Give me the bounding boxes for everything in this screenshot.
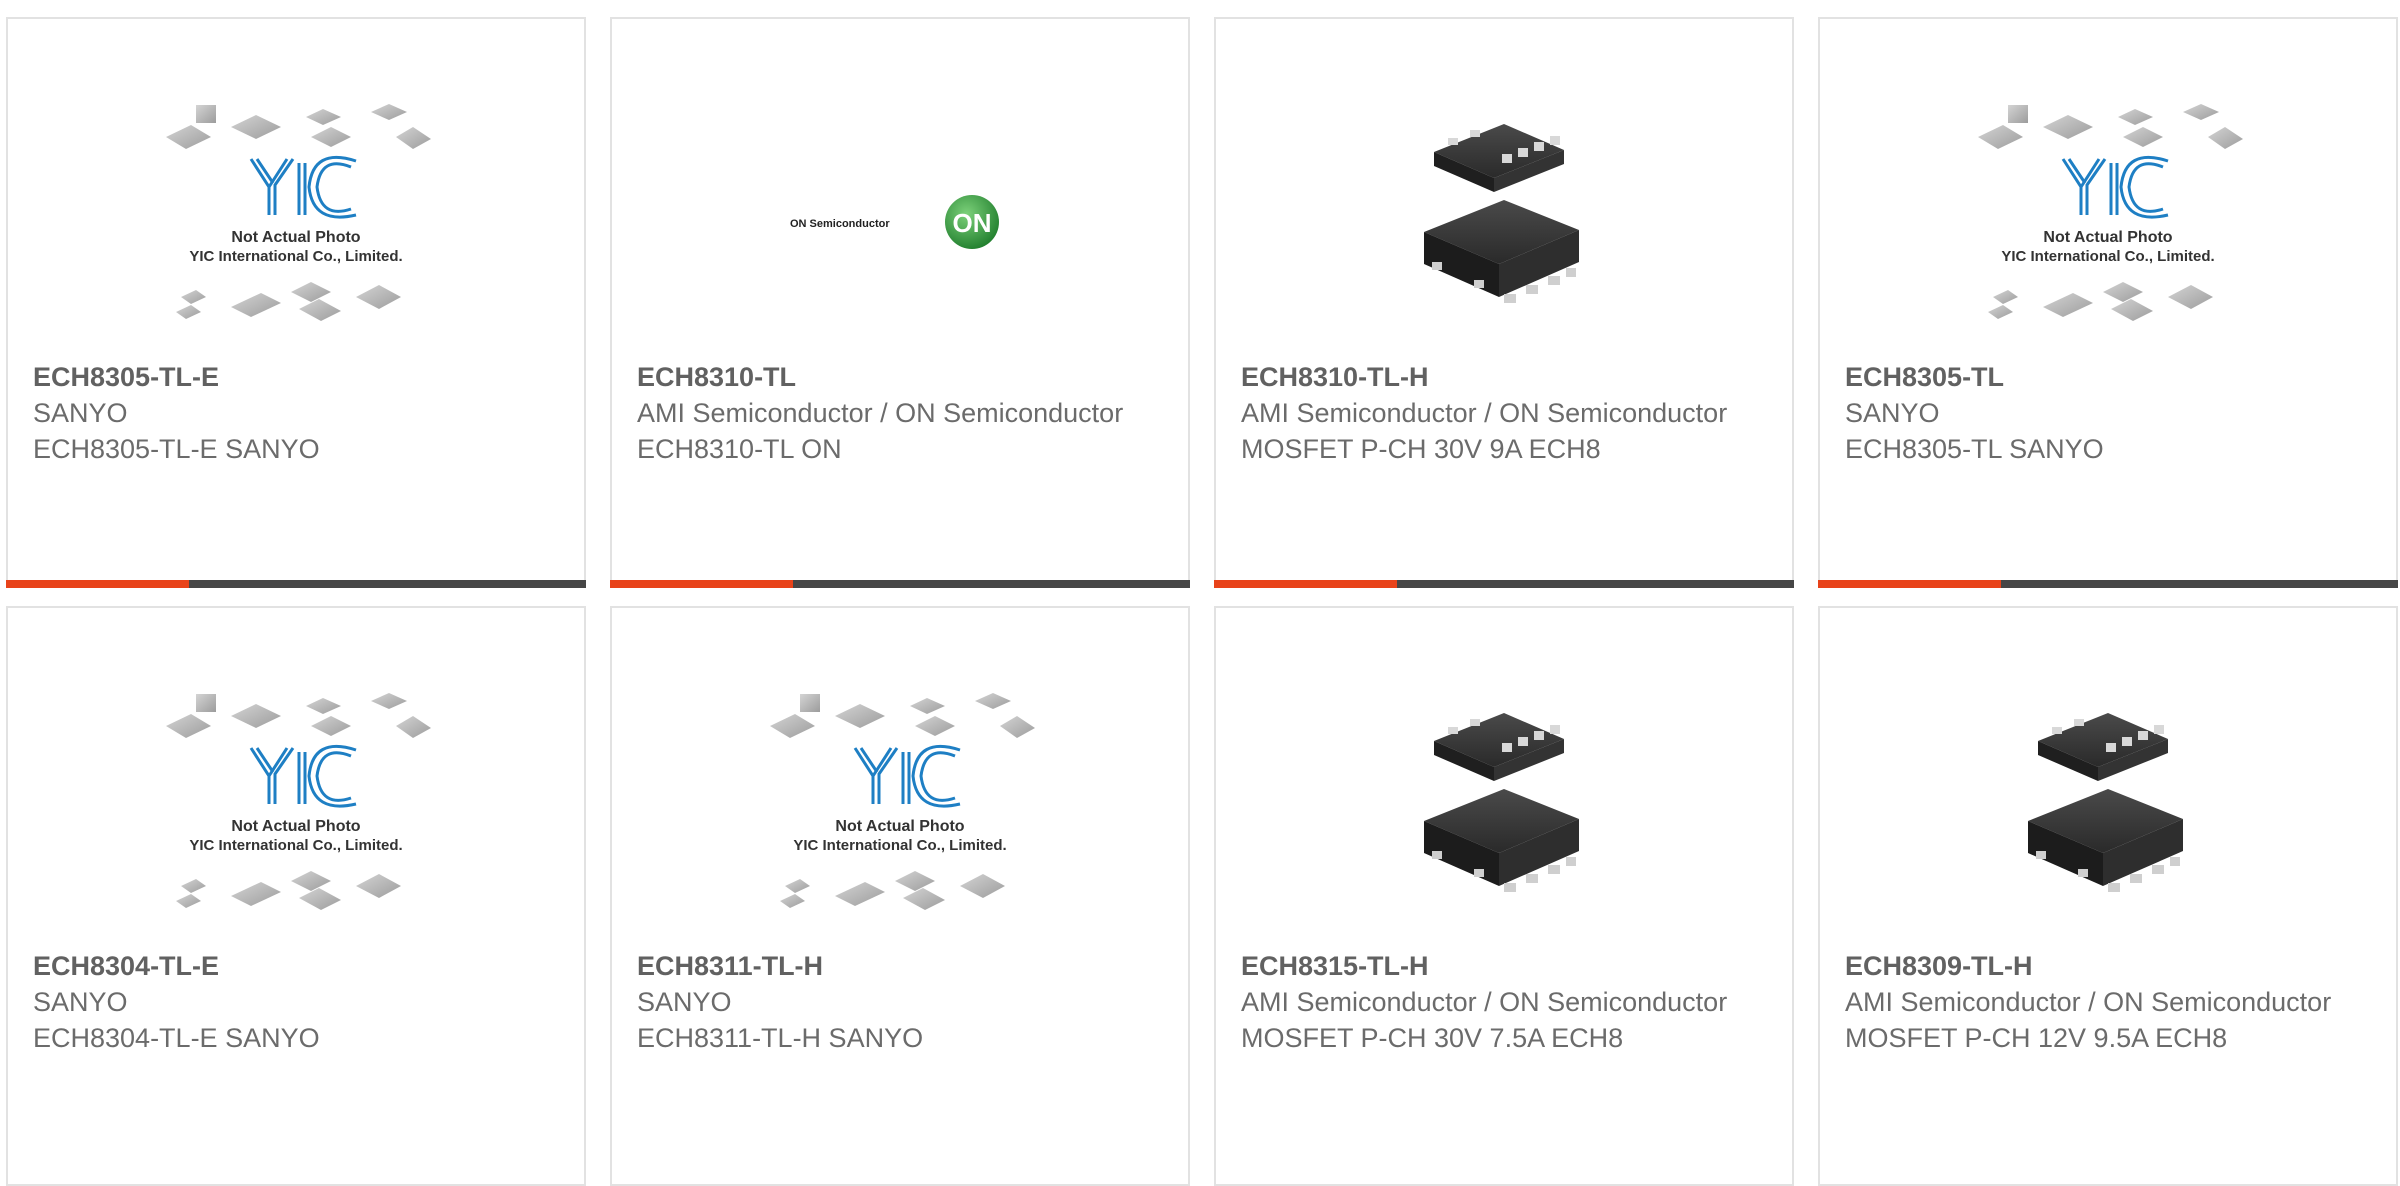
svg-text:YIC International Co., Limited: YIC International Co., Limited. — [189, 837, 402, 854]
description: ECH8305-TL-E SANYO — [33, 434, 320, 464]
manufacturer: SANYO — [33, 987, 128, 1017]
manufacturer: SANYO — [1845, 398, 1940, 428]
description: MOSFET P-CH 30V 9A ECH8 — [1241, 434, 1601, 464]
product-image — [1216, 89, 1792, 354]
svg-text:Not Actual Photo: Not Actual Photo — [2043, 229, 2172, 246]
part-number[interactable]: ECH8311-TL-H — [637, 948, 1168, 984]
product-card[interactable]: ON Semiconductor ON ECH8310-TL AMI Semic… — [610, 17, 1190, 588]
product-image: Not Actual Photo YIC International Co., … — [612, 678, 1188, 943]
product-image — [1216, 678, 1792, 943]
card-bar — [610, 580, 1190, 588]
description: ECH8310-TL ON — [637, 434, 842, 464]
description: MOSFET P-CH 12V 9.5A ECH8 — [1845, 1023, 2228, 1053]
card-bar-accent — [1818, 580, 2001, 588]
product-card[interactable]: ECH8309-TL-H AMI Semiconductor / ON Semi… — [1818, 606, 2398, 1186]
yic-placeholder-icon: Not Actual Photo YIC International Co., … — [1978, 103, 2243, 321]
description: ECH8311-TL-H SANYO — [637, 1023, 924, 1053]
ech8-package-icon — [1424, 123, 1579, 303]
manufacturer: AMI Semiconductor / ON Semiconductor — [1845, 987, 2332, 1017]
part-number[interactable]: ECH8315-TL-H — [1241, 948, 1772, 984]
svg-text:YIC International Co., Limited: YIC International Co., Limited. — [189, 248, 402, 265]
product-card[interactable]: ECH8315-TL-H AMI Semiconductor / ON Semi… — [1214, 606, 1794, 1186]
product-card[interactable]: ECH8310-TL-H AMI Semiconductor / ON Semi… — [1214, 17, 1794, 588]
card-bar — [1818, 580, 2398, 588]
manufacturer: AMI Semiconductor / ON Semiconductor — [1241, 987, 1728, 1017]
product-card[interactable]: Not Actual Photo YIC International Co., … — [6, 606, 586, 1186]
svg-text:ON: ON — [953, 208, 992, 238]
part-number[interactable]: ECH8305-TL-E — [33, 359, 564, 395]
part-number[interactable]: ECH8310-TL — [637, 359, 1168, 395]
product-image: Not Actual Photo YIC International Co., … — [8, 89, 584, 354]
product-image — [1820, 678, 2396, 943]
card-bar-accent — [1214, 580, 1397, 588]
card-bar — [6, 580, 586, 588]
product-grid: Not Actual Photo YIC International Co., … — [0, 0, 2400, 1186]
product-image: Not Actual Photo YIC International Co., … — [1820, 89, 2396, 354]
svg-text:ON Semiconductor: ON Semiconductor — [790, 218, 890, 230]
card-bar — [1214, 580, 1794, 588]
description: ECH8304-TL-E SANYO — [33, 1023, 320, 1053]
card-bar-accent — [6, 580, 189, 588]
part-number[interactable]: ECH8309-TL-H — [1845, 948, 2376, 984]
manufacturer: AMI Semiconductor / ON Semiconductor — [637, 398, 1124, 428]
product-image: ON Semiconductor ON — [612, 89, 1188, 354]
product-card[interactable]: Not Actual Photo YIC International Co., … — [610, 606, 1190, 1186]
yic-placeholder-icon: Not Actual Photo YIC International Co., … — [166, 103, 431, 321]
svg-text:YIC International Co., Limited: YIC International Co., Limited. — [2001, 248, 2214, 265]
product-card[interactable]: Not Actual Photo YIC International Co., … — [6, 17, 586, 588]
svg-text:Not Actual Photo: Not Actual Photo — [231, 818, 360, 835]
product-image: Not Actual Photo YIC International Co., … — [8, 678, 584, 943]
description: ECH8305-TL SANYO — [1845, 434, 2104, 464]
manufacturer: SANYO — [33, 398, 128, 428]
ech8-package-icon — [1424, 712, 1579, 892]
svg-text:YIC International Co., Limited: YIC International Co., Limited. — [793, 837, 1006, 854]
yic-placeholder-icon: Not Actual Photo YIC International Co., … — [770, 692, 1035, 910]
part-number[interactable]: ECH8310-TL-H — [1241, 359, 1772, 395]
svg-text:Not Actual Photo: Not Actual Photo — [835, 818, 964, 835]
on-semiconductor-logo-icon: ON Semiconductor ON — [790, 194, 999, 249]
svg-text:Not Actual Photo: Not Actual Photo — [231, 229, 360, 246]
ech8-package-icon — [2028, 712, 2183, 892]
part-number[interactable]: ECH8304-TL-E — [33, 948, 564, 984]
yic-placeholder-icon: Not Actual Photo YIC International Co., … — [166, 692, 431, 910]
product-card[interactable]: Not Actual Photo YIC International Co., … — [1818, 17, 2398, 588]
card-bar-accent — [610, 580, 793, 588]
part-number[interactable]: ECH8305-TL — [1845, 359, 2376, 395]
manufacturer: SANYO — [637, 987, 732, 1017]
description: MOSFET P-CH 30V 7.5A ECH8 — [1241, 1023, 1624, 1053]
manufacturer: AMI Semiconductor / ON Semiconductor — [1241, 398, 1728, 428]
